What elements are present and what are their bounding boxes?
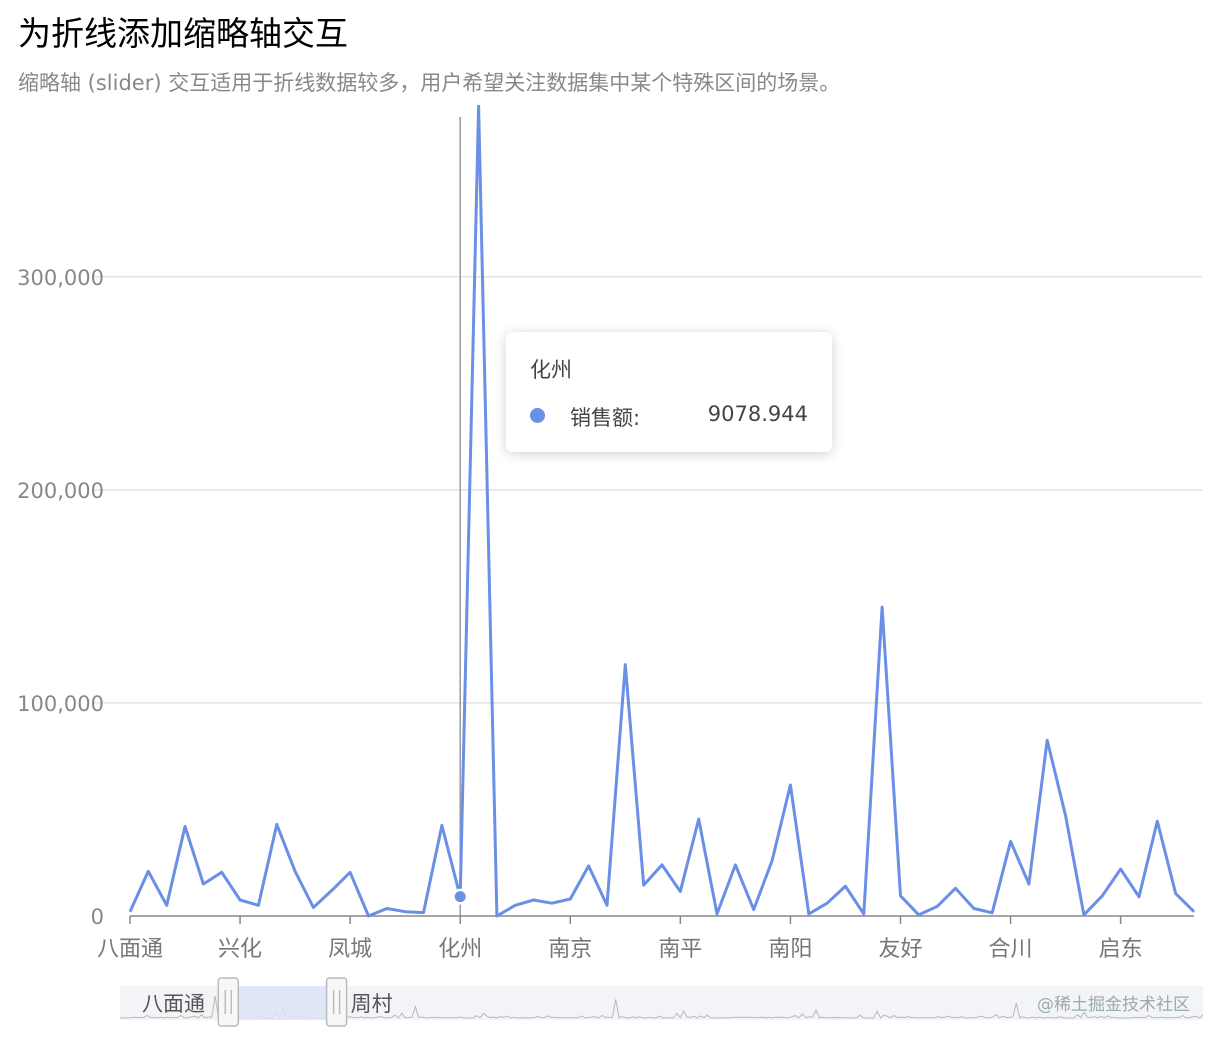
- y-tick-label: 0: [91, 905, 104, 929]
- y-tick-label: 100,000: [17, 692, 104, 716]
- tooltip: 化州 销售额: 9078.944: [506, 332, 832, 452]
- x-tick-label: 南平: [658, 937, 702, 962]
- tooltip-series-name: 销售额:: [570, 406, 641, 430]
- slider-handle-right[interactable]: [325, 977, 348, 1027]
- y-tick-label: 200,000: [17, 479, 104, 503]
- x-tick-label: 友好: [878, 937, 922, 962]
- slider-end-label: 周村: [351, 992, 393, 1016]
- x-tick-label: 兴化: [218, 937, 262, 962]
- x-tick-label: 八面通: [97, 937, 163, 962]
- x-tick-label: 南阳: [768, 937, 812, 962]
- slider-selection[interactable]: [228, 986, 337, 1020]
- slider-handle-left[interactable]: [217, 977, 240, 1027]
- y-axis: 0 100,000 200,000 300,000: [17, 266, 104, 929]
- highlight-point: [454, 891, 466, 903]
- handle-body: [325, 977, 348, 1027]
- point-layer: [452, 888, 469, 905]
- tooltip-series-dot-icon: [530, 408, 545, 423]
- y-tick-label: 300,000: [17, 266, 104, 290]
- watermark: @稀土掘金技术社区: [1037, 995, 1190, 1015]
- x-tick-label: 南京: [548, 937, 592, 962]
- tooltip-series-value: 9078.944: [707, 402, 808, 426]
- line-chart[interactable]: 0100,000200,000300,000 八面通 兴化 凤城 化州 南京 南平 南阳 友好…: [0, 0, 1216, 1038]
- slider-start-label: 八面通: [142, 992, 205, 1016]
- handle-body: [217, 977, 240, 1027]
- x-tick-label: 化州: [438, 937, 482, 962]
- x-tick-label: 凤城: [328, 937, 372, 962]
- x-axis: 八面通 兴化 凤城 化州 南京 南平 南阳 友好 合川 启东: [97, 916, 1143, 962]
- x-tick-label: 启东: [1099, 937, 1143, 962]
- series-line-sales[interactable]: [128, 104, 1196, 918]
- x-tick-label: 合川: [989, 937, 1033, 962]
- tooltip-title: 化州: [530, 358, 572, 382]
